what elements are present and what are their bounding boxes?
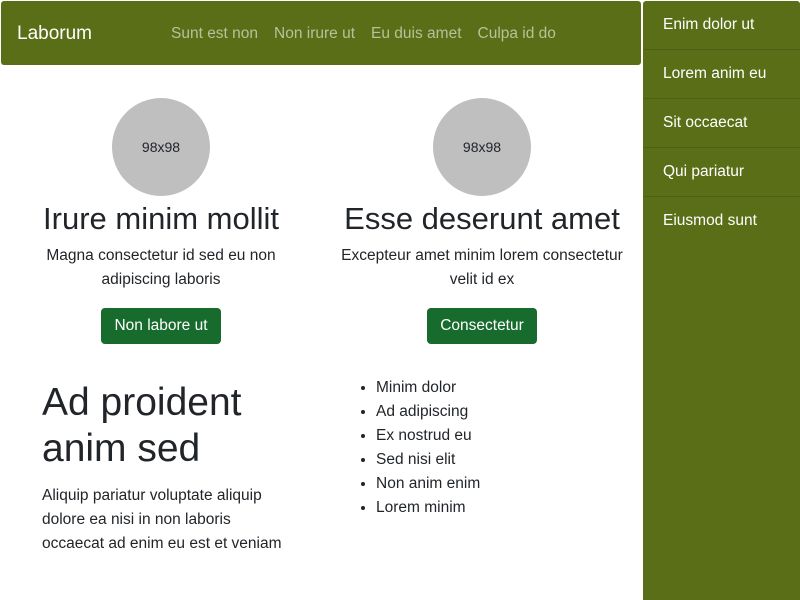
nav-link-culpa-id-do[interactable]: Culpa id do xyxy=(478,23,556,45)
sidebar-item-lorem-anim-eu[interactable]: Lorem anim eu xyxy=(643,50,800,99)
avatar-placeholder: 98x98 xyxy=(112,98,210,196)
card-title: Esse deserunt amet xyxy=(344,201,620,236)
non-labore-ut-button[interactable]: Non labore ut xyxy=(101,308,221,344)
nav-link-sunt-est-non[interactable]: Sunt est non xyxy=(171,23,258,45)
nav-links: Sunt est non Non irure ut Eu duis amet C… xyxy=(171,23,556,45)
list-item: Ex nostrud eu xyxy=(376,424,480,448)
feature-card-1: 98x98 Irure minim mollit Magna consectet… xyxy=(11,98,311,344)
list-item: Lorem minim xyxy=(376,496,480,520)
list-item: Minim dolor xyxy=(376,376,480,400)
bullet-list: Minim dolor Ad adipiscing Ex nostrud eu … xyxy=(376,376,480,520)
sidebar-item-sit-occaecat[interactable]: Sit occaecat xyxy=(643,99,800,148)
text-section: Ad proident anim sed Aliquip pariatur vo… xyxy=(42,380,292,556)
feature-card-2: 98x98 Esse deserunt amet Excepteur amet … xyxy=(332,98,632,344)
list-item: Sed nisi elit xyxy=(376,448,480,472)
avatar-placeholder: 98x98 xyxy=(433,98,531,196)
nav-link-non-irure-ut[interactable]: Non irure ut xyxy=(274,23,355,45)
card-text: Magna consectetur id sed eu non adipisci… xyxy=(46,247,276,288)
sidebar-item-enim-dolor-ut[interactable]: Enim dolor ut xyxy=(643,1,800,50)
sidebar-item-qui-pariatur[interactable]: Qui pariatur xyxy=(643,148,800,197)
list-item: Ad adipiscing xyxy=(376,400,480,424)
card-text: Excepteur amet minim lorem consectetur v… xyxy=(341,247,623,288)
card-title: Irure minim mollit xyxy=(43,201,279,236)
nav-link-eu-duis-amet[interactable]: Eu duis amet xyxy=(371,23,461,45)
sidebar-item-eiusmod-sunt[interactable]: Eiusmod sunt xyxy=(643,197,800,246)
list-item: Non anim enim xyxy=(376,472,480,496)
section-heading: Ad proident anim sed xyxy=(42,381,242,470)
top-navbar: Laborum Sunt est non Non irure ut Eu dui… xyxy=(1,1,641,65)
brand-logo[interactable]: Laborum xyxy=(17,22,92,46)
section-paragraph: Aliquip pariatur voluptate aliquip dolor… xyxy=(42,487,282,552)
sidebar: Enim dolor ut Lorem anim eu Sit occaecat… xyxy=(643,1,800,600)
consectetur-button[interactable]: Consectetur xyxy=(427,308,537,344)
